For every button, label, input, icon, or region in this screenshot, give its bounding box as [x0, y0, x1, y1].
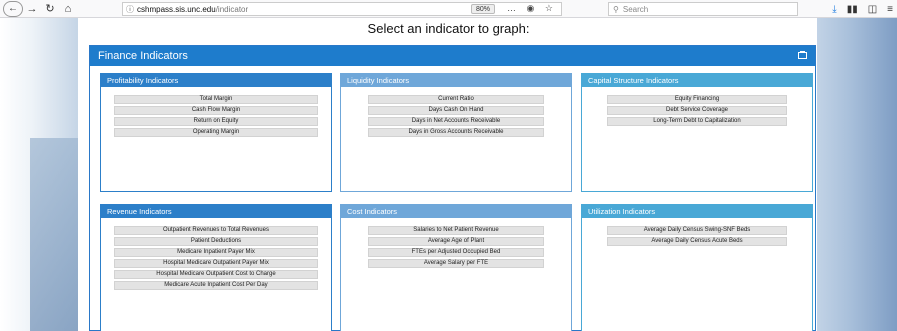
- home-button[interactable]: ⌂: [59, 0, 77, 18]
- indicator-list: Salaries to Net Patient Revenue Average A…: [341, 218, 571, 268]
- reload-button[interactable]: ↻: [41, 0, 59, 18]
- indicator-button[interactable]: Total Margin: [114, 95, 318, 104]
- page-right-background: [817, 18, 897, 331]
- card-title: Profitability Indicators: [101, 74, 331, 87]
- indicator-button[interactable]: Average Age of Plant: [368, 237, 544, 246]
- indicator-list: Outpatient Revenues to Total Revenues Pat…: [101, 218, 331, 290]
- toolbar-right: ⤓ ▮▮ ◫ ≡: [832, 0, 893, 18]
- indicator-list: Total Margin Cash Flow Margin Return on Eq…: [101, 87, 331, 137]
- search-icon: ⚲: [613, 4, 619, 14]
- search-placeholder: Search: [622, 4, 649, 14]
- card-revenue: Revenue Indicators Outpatient Revenues t…: [100, 204, 332, 331]
- url-text: cshmpass.sis.unc.edu/indicator: [137, 5, 248, 14]
- zoom-level[interactable]: 80%: [470, 4, 495, 14]
- indicator-button[interactable]: Outpatient Revenues to Total Revenues: [114, 226, 318, 235]
- indicator-button[interactable]: Medicare Acute Inpatient Cost Per Day: [114, 281, 318, 290]
- card-title: Revenue Indicators: [101, 205, 331, 218]
- download-icon[interactable]: ⤓: [832, 4, 836, 15]
- indicator-button[interactable]: Hospital Medicare Outpatient Cost to Cha…: [114, 270, 318, 279]
- indicator-button[interactable]: Debt Service Coverage: [607, 106, 787, 115]
- page-actions-icon[interactable]: …: [507, 3, 520, 13]
- indicator-button[interactable]: Average Daily Census Acute Beds: [607, 237, 787, 246]
- indicator-button[interactable]: Hospital Medicare Outpatient Payer Mix: [114, 259, 318, 268]
- indicator-button[interactable]: Long-Term Debt to Capitalization: [607, 117, 787, 126]
- url-actions: … ◉ ☆: [507, 3, 557, 14]
- finance-indicators-panel: Finance Indicators Profitability Indicat…: [89, 45, 816, 331]
- indicator-button[interactable]: Return on Equity: [114, 117, 318, 126]
- indicator-list: Equity Financing Debt Service Coverage Lon…: [582, 87, 812, 126]
- indicator-list: Average Daily Census Swing-SNF Beds Avera…: [582, 218, 812, 246]
- collapse-icon[interactable]: [798, 51, 807, 59]
- library-icon[interactable]: ▮▮: [847, 4, 858, 15]
- back-button[interactable]: ←: [3, 0, 23, 17]
- page-title: Select an indicator to graph:: [367, 21, 530, 36]
- card-profitability: Profitability Indicators Total Margin Cas…: [100, 73, 332, 192]
- pocket-icon[interactable]: ◉: [527, 3, 539, 13]
- indicator-button[interactable]: Days in Net Accounts Receivable: [368, 117, 544, 126]
- card-title: Capital Structure Indicators: [582, 74, 812, 87]
- indicator-button[interactable]: FTEs per Adjusted Occupied Bed: [368, 248, 544, 257]
- indicator-button[interactable]: Days Cash On Hand: [368, 106, 544, 115]
- indicator-button[interactable]: Salaries to Net Patient Revenue: [368, 226, 544, 235]
- info-icon[interactable]: ⓘ: [123, 4, 137, 15]
- browser-toolbar: ← → ↻ ⌂ ⓘ cshmpass.sis.unc.edu/indicator…: [0, 0, 897, 18]
- card-title: Utilization Indicators: [582, 205, 812, 218]
- url-domain: cshmpass.sis.unc.edu: [137, 4, 216, 14]
- card-cost: Cost Indicators Salaries to Net Patient …: [340, 204, 572, 331]
- card-capital-structure: Capital Structure Indicators Equity Fina…: [581, 73, 813, 192]
- url-path: /indicator: [215, 4, 249, 14]
- indicator-button[interactable]: Patient Deductions: [114, 237, 318, 246]
- sidebar-icon[interactable]: ◫: [868, 4, 877, 15]
- bookmark-star-icon[interactable]: ☆: [545, 3, 557, 13]
- indicator-list: Current Ratio Days Cash On Hand Days in Ne…: [341, 87, 571, 137]
- url-bar[interactable]: ⓘ cshmpass.sis.unc.edu/indicator 80% … ◉…: [122, 2, 562, 16]
- card-utilization: Utilization Indicators Average Daily Cen…: [581, 204, 813, 331]
- card-title: Liquidity Indicators: [341, 74, 571, 87]
- indicator-button[interactable]: Equity Financing: [607, 95, 787, 104]
- search-field[interactable]: ⚲ Search: [608, 2, 798, 16]
- indicator-button[interactable]: Average Salary per FTE: [368, 259, 544, 268]
- panel-header: Finance Indicators: [90, 46, 815, 66]
- card-liquidity: Liquidity Indicators Current Ratio Days C…: [340, 73, 572, 192]
- page-left-background: [0, 18, 78, 331]
- indicator-button[interactable]: Current Ratio: [368, 95, 544, 104]
- indicator-button[interactable]: Days in Gross Accounts Receivable: [368, 128, 544, 137]
- indicator-button[interactable]: Operating Margin: [114, 128, 318, 137]
- indicator-button[interactable]: Medicare Inpatient Payer Mix: [114, 248, 318, 257]
- menu-icon[interactable]: ≡: [887, 4, 893, 15]
- card-title: Cost Indicators: [341, 205, 571, 218]
- indicator-button[interactable]: Average Daily Census Swing-SNF Beds: [607, 226, 787, 235]
- forward-button[interactable]: →: [23, 0, 41, 18]
- panel-title: Finance Indicators: [98, 50, 188, 62]
- indicator-button[interactable]: Cash Flow Margin: [114, 106, 318, 115]
